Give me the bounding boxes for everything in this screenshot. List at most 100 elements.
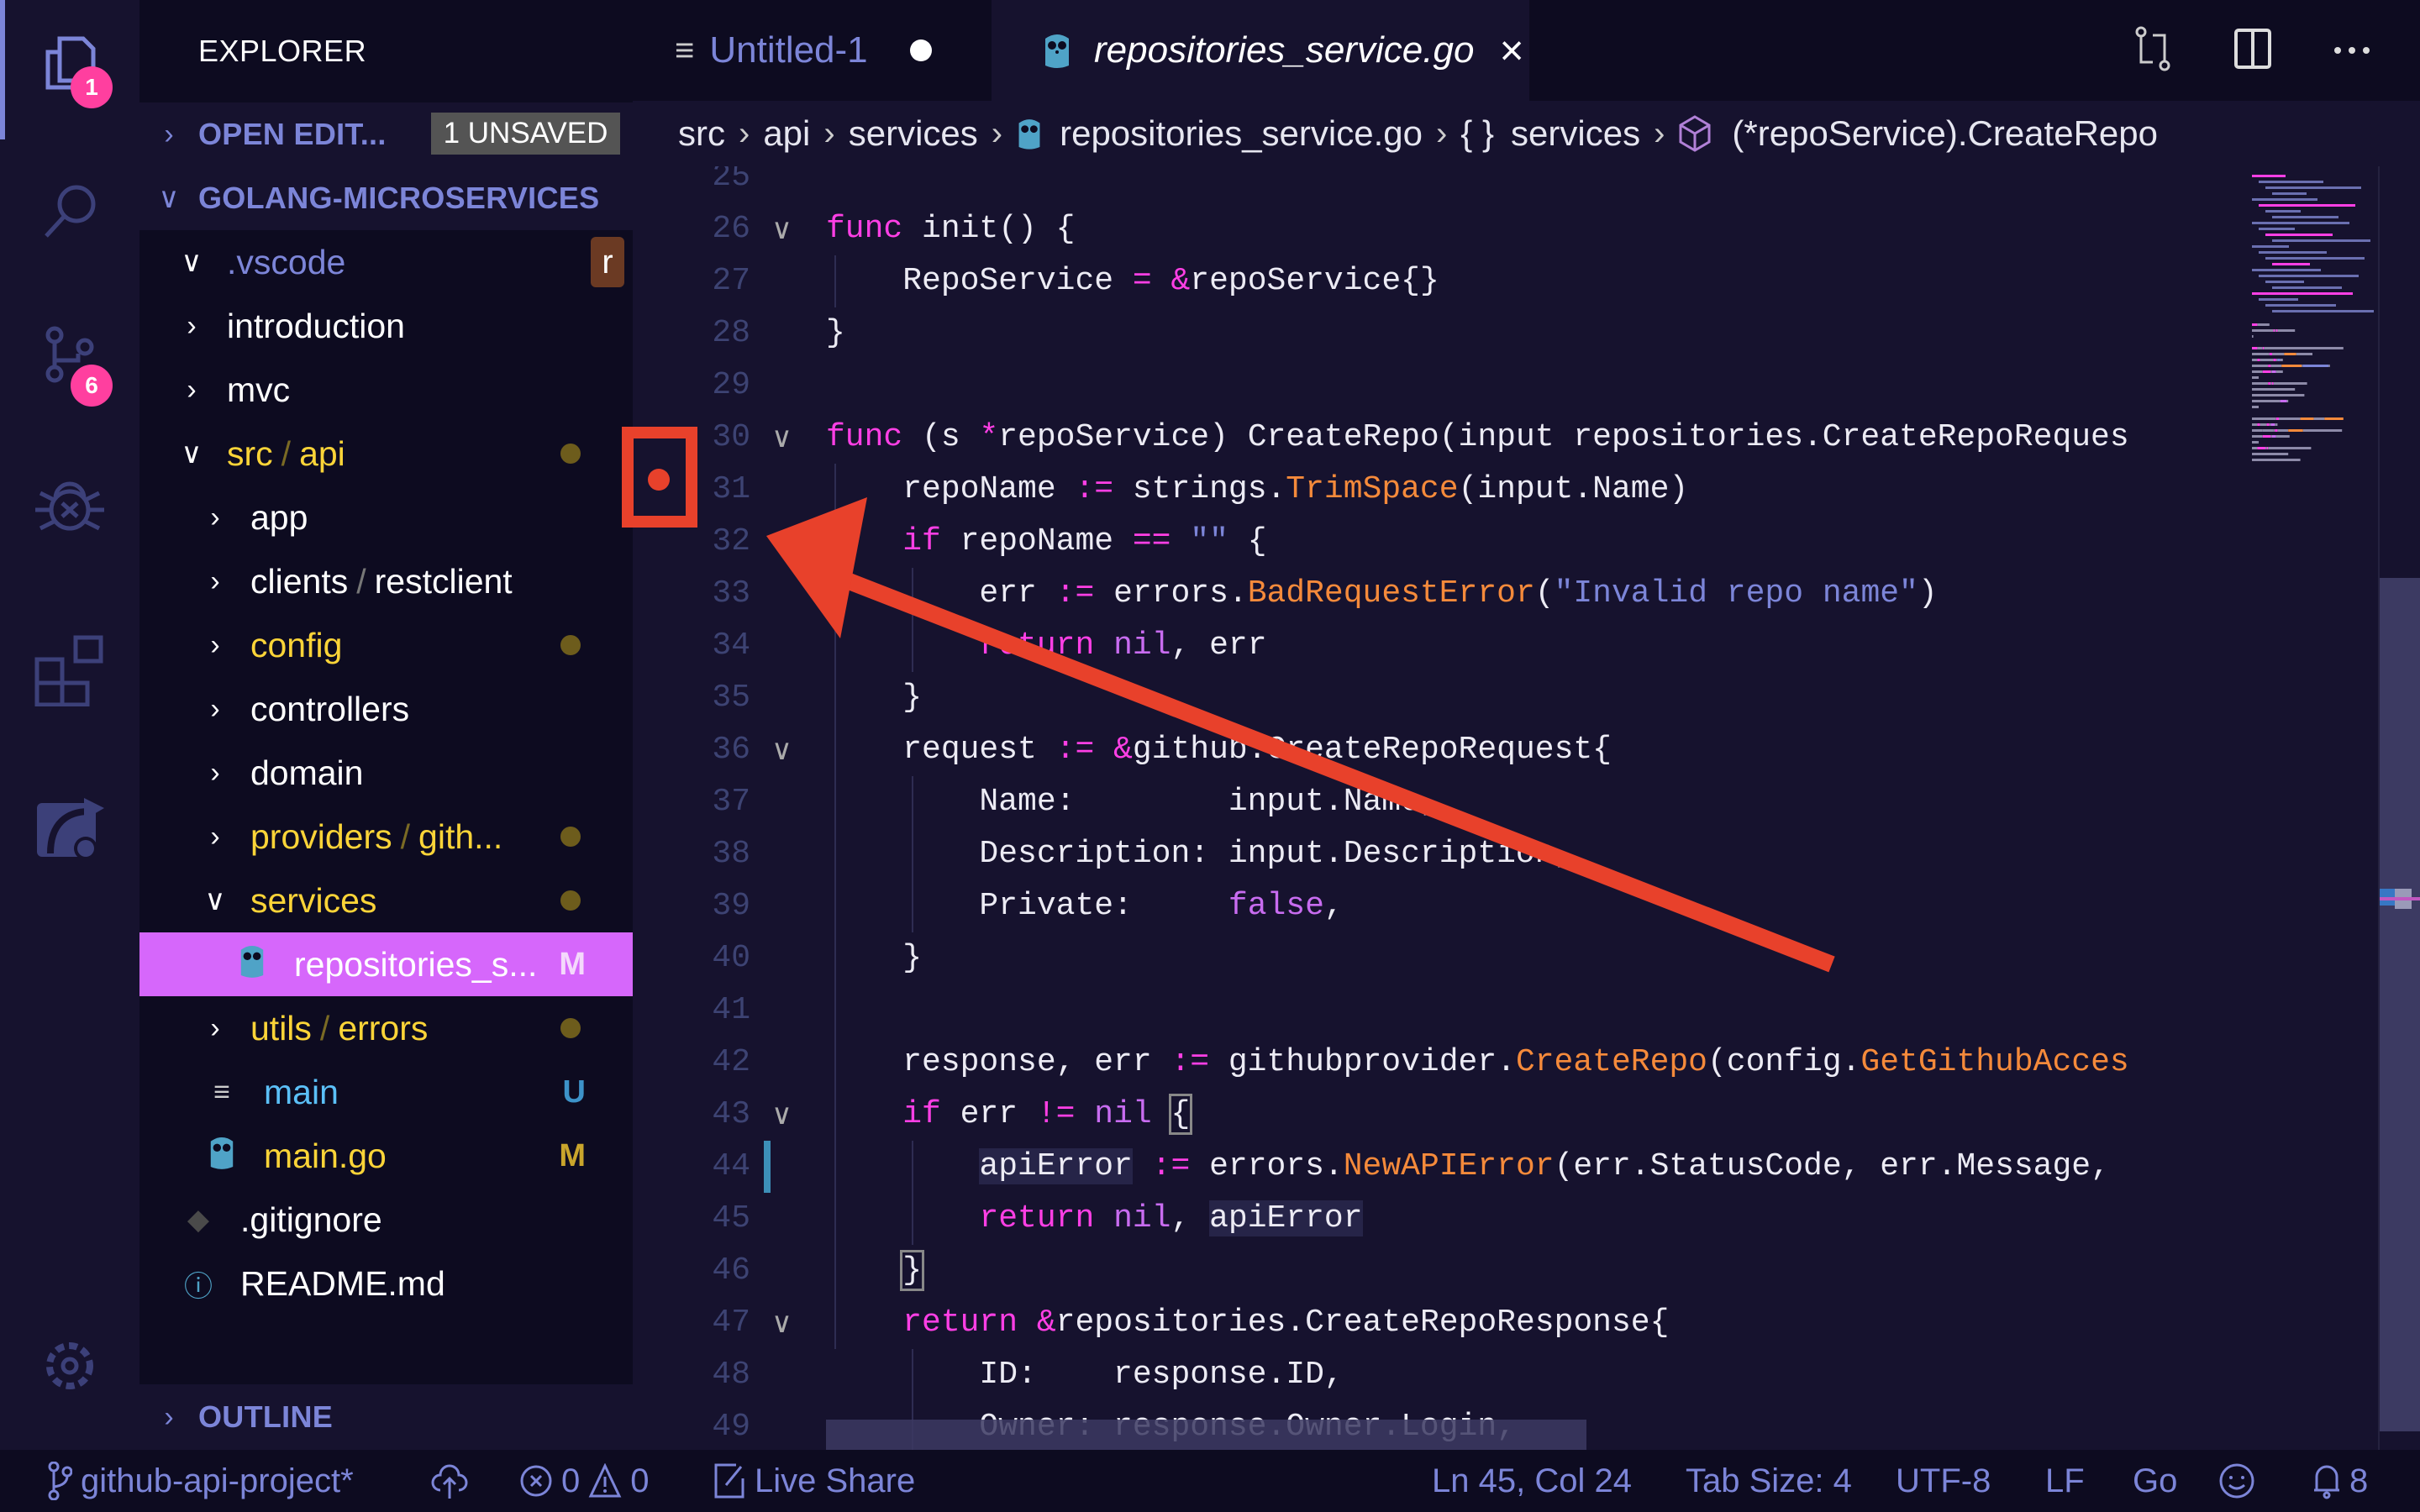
minimap[interactable]	[2244, 166, 2378, 1450]
line-ending[interactable]: LF	[2045, 1450, 2085, 1512]
minimap-line	[2252, 423, 2258, 426]
code-line[interactable]: 29	[633, 360, 2244, 412]
breadcrumb-item[interactable]: api	[763, 113, 810, 154]
problems-indicator[interactable]: 0 0	[519, 1450, 650, 1512]
tree-file[interactable]: ≡ main U	[139, 1060, 633, 1124]
fold-chevron-icon[interactable]: ∨	[771, 1089, 792, 1141]
branch-indicator[interactable]: github-api-project*	[47, 1450, 354, 1512]
breadcrumb-item[interactable]: (*repoService).CreateRepo	[1732, 113, 2158, 154]
tree-folder[interactable]: › introduction	[139, 294, 633, 358]
minimap-line	[2275, 423, 2278, 426]
tree-file[interactable]: ◆ .gitignore	[139, 1188, 633, 1252]
notifications-button[interactable]: 8	[2312, 1450, 2368, 1512]
tab-repositories-service[interactable]: repositories_service.go ×	[992, 0, 1529, 101]
code-line[interactable]: 27 RepoService = &repoService{}	[633, 255, 2244, 307]
tree-folder[interactable]: › config	[139, 613, 633, 677]
sync-button[interactable]	[430, 1450, 469, 1512]
fold-chevron-icon[interactable]: ∨	[771, 516, 792, 568]
code-line[interactable]: 46 }	[633, 1245, 2244, 1297]
code-line[interactable]: 38 Description: input.Description,	[633, 828, 2244, 880]
minimap-line	[2252, 376, 2259, 379]
fold-chevron-icon[interactable]: ∨	[771, 1297, 792, 1349]
tree-item-label: .vscode	[227, 242, 346, 281]
tree-folder[interactable]: › domain	[139, 741, 633, 805]
breadcrumb-item[interactable]: repositories_service.go	[1060, 113, 1423, 154]
debug-button[interactable]	[34, 470, 106, 543]
code-line[interactable]: 32 ∨ if repoName == "" {	[633, 516, 2244, 568]
tree-folder[interactable]: ∨ src / api	[139, 422, 633, 486]
tree-folder[interactable]: ∨ .vscode r	[139, 230, 633, 294]
live-share-button[interactable]	[34, 790, 106, 862]
code-line[interactable]: 48 ID: response.ID,	[633, 1349, 2244, 1401]
code-line[interactable]: 39 Private: false,	[633, 880, 2244, 932]
minimap-line	[2270, 365, 2282, 367]
code-token: repoService) CreateRepo(input repositori…	[998, 419, 2129, 455]
tree-file[interactable]: repositories_s... M	[139, 932, 633, 996]
code-line[interactable]: 37 Name: input.Name,	[633, 776, 2244, 828]
code-line[interactable]: 34 return nil, err	[633, 620, 2244, 672]
code-line[interactable]: 43 ∨ if err != nil {	[633, 1089, 2244, 1141]
language-mode[interactable]: Go	[2133, 1450, 2177, 1512]
code-line[interactable]: 35 }	[633, 672, 2244, 724]
close-icon[interactable]: ×	[1499, 26, 1523, 75]
minimap-line	[2272, 239, 2370, 242]
extensions-icon	[34, 635, 103, 706]
code-line[interactable]: 33 err := errors.BadRequestError("Invali…	[633, 568, 2244, 620]
source-control-button[interactable]: 6	[34, 319, 113, 407]
tab-untitled[interactable]: ≡ Untitled-1	[675, 0, 1028, 101]
search-button[interactable]	[34, 176, 106, 249]
code-line[interactable]: 36 ∨ request := &github.CreateRepoRequest…	[633, 724, 2244, 776]
breadcrumb-item[interactable]: src	[678, 113, 725, 154]
tree-folder[interactable]: › mvc	[139, 358, 633, 422]
breadcrumb-item[interactable]: services	[1511, 113, 1640, 154]
encoding[interactable]: UTF-8	[1896, 1450, 1991, 1512]
open-changes-icon[interactable]	[2133, 25, 2175, 72]
code-line[interactable]: 31 repoName := strings.TrimSpace(input.N…	[633, 464, 2244, 516]
code-token: init() {	[902, 211, 1076, 247]
tree-folder[interactable]: › app	[139, 486, 633, 549]
code-line[interactable]: 40 }	[633, 932, 2244, 984]
code-line[interactable]: 41	[633, 984, 2244, 1037]
tree-folder[interactable]: › controllers	[139, 677, 633, 741]
tree-folder[interactable]: › providers / gith...	[139, 805, 633, 869]
fold-chevron-icon[interactable]: ∨	[771, 412, 792, 464]
live-share-status[interactable]: Live Share	[713, 1450, 915, 1512]
code-line[interactable]: 42 response, err := githubprovider.Creat…	[633, 1037, 2244, 1089]
code-editor[interactable]: 25 26 ∨ func init() {27 RepoService = &repo…	[633, 166, 2244, 1450]
breakpoint-icon[interactable]	[648, 469, 670, 491]
workspace-section[interactable]: ∨ GOLANG-MICROSERVICES	[139, 166, 633, 230]
tree-file[interactable]: main.go M	[139, 1124, 633, 1188]
code-token: :=	[1075, 471, 1114, 507]
modified-dot-icon	[560, 444, 581, 464]
breadcrumb-item[interactable]: services	[849, 113, 978, 154]
code-text: return nil, err	[826, 620, 1266, 672]
code-line[interactable]: 44 apiError := errors.NewAPIError(err.St…	[633, 1141, 2244, 1193]
feedback-button[interactable]	[2218, 1450, 2255, 1512]
fold-chevron-icon[interactable]: ∨	[771, 724, 792, 776]
code-token: apiError	[979, 1148, 1133, 1184]
tab-size[interactable]: Tab Size: 4	[1686, 1450, 1852, 1512]
split-editor-icon[interactable]	[2233, 25, 2272, 72]
code-line[interactable]: 28}	[633, 307, 2244, 360]
code-line[interactable]: 25	[633, 166, 2244, 203]
active-indicator	[0, 0, 5, 139]
code-line[interactable]: 45 return nil, apiError	[633, 1193, 2244, 1245]
vertical-scrollbar[interactable]	[2378, 166, 2420, 1450]
tree-folder[interactable]: ∨ services	[139, 869, 633, 932]
more-actions-icon[interactable]	[2331, 25, 2373, 72]
tree-folder[interactable]: › clients / restclient	[139, 549, 633, 613]
code-line[interactable]: 26 ∨ func init() {	[633, 203, 2244, 255]
tree-file[interactable]: ⓘ README.md	[139, 1252, 633, 1315]
tree-folder[interactable]: › utils / errors	[139, 996, 633, 1060]
code-line[interactable]: 30 ∨ func (s *repoService) CreateRepo(inpu…	[633, 412, 2244, 464]
horizontal-scrollbar-thumb[interactable]	[826, 1420, 1586, 1450]
code-line[interactable]: 47 ∨ return &repositories.CreateRepoRespo…	[633, 1297, 2244, 1349]
extensions-button[interactable]	[34, 634, 106, 706]
outline-section[interactable]: › OUTLINE	[139, 1384, 633, 1450]
scrollbar-thumb[interactable]	[2380, 578, 2420, 1431]
fold-chevron-icon[interactable]: ∨	[771, 203, 792, 255]
cursor-position[interactable]: Ln 45, Col 24	[1432, 1450, 1632, 1512]
settings-button[interactable]	[34, 1330, 106, 1402]
explorer-button[interactable]: 1	[34, 29, 113, 108]
